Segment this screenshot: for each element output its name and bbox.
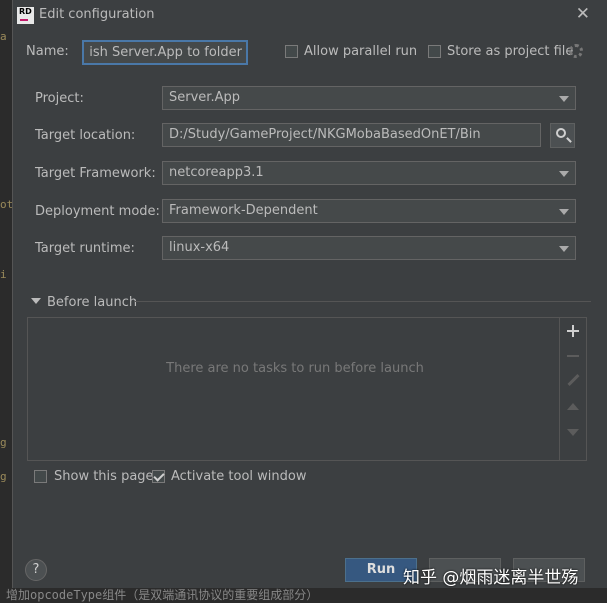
store-project-label: Store as project file (447, 44, 574, 59)
allow-parallel-label: Allow parallel run (304, 44, 418, 59)
divider (135, 301, 591, 302)
target-runtime-select[interactable]: linux-x64 (162, 236, 576, 260)
activate-tool-window-checkbox[interactable] (152, 470, 165, 483)
background-glyph: g (0, 470, 7, 483)
target-framework-value: netcoreapp3.1 (169, 165, 264, 180)
target-runtime-label: Target runtime: (35, 241, 135, 256)
target-location-value: D:/Study/GameProject/NKGMobaBasedOnET/Bi… (169, 127, 481, 142)
gear-icon[interactable] (569, 44, 583, 58)
watermark: 知乎 @烟雨迷离半世殇 (403, 568, 579, 588)
background-code-text: 增加opcodeType组件（是双端通讯协议的重要组成部分） (6, 588, 319, 602)
store-project-checkbox[interactable] (428, 45, 441, 58)
empty-tasks-text: There are no tasks to run before launch (166, 361, 424, 376)
close-icon[interactable]: ✕ (576, 4, 590, 24)
target-location-label: Target location: (35, 128, 136, 143)
background-glyph: i (0, 268, 7, 281)
name-input[interactable]: Publish Server.App to folder (82, 40, 248, 65)
help-button[interactable]: ? (25, 559, 47, 581)
background-editor: a ot i g g (0, 0, 13, 601)
name-label: Name: (26, 44, 69, 59)
project-label: Project: (35, 91, 84, 106)
before-launch-task-list[interactable]: There are no tasks to run before launch (27, 317, 587, 461)
rider-logo-icon: RD (17, 7, 34, 24)
activate-tool-window-label: Activate tool window (171, 469, 307, 484)
add-icon[interactable] (566, 324, 580, 338)
title-bar: RD Edit configuration ✕ (13, 0, 607, 31)
before-launch-title: Before launch (47, 295, 138, 310)
task-toolbar (559, 318, 586, 460)
show-page-checkbox[interactable] (34, 470, 47, 483)
browse-button[interactable] (550, 123, 575, 148)
move-down-icon[interactable] (566, 425, 580, 439)
edit-configuration-dialog: RD Edit configuration ✕ Name: Publish Se… (12, 0, 607, 601)
deployment-mode-select[interactable]: Framework-Dependent (162, 199, 576, 223)
background-glyph: a (0, 30, 7, 43)
allow-parallel-checkbox[interactable] (285, 45, 298, 58)
project-select[interactable]: Server.App (162, 86, 576, 110)
deployment-mode-label: Deployment mode: (35, 204, 160, 219)
background-glyph: g (0, 436, 7, 449)
move-up-icon[interactable] (566, 400, 580, 414)
remove-icon[interactable] (566, 349, 580, 363)
target-framework-label: Target Framework: (35, 166, 156, 181)
target-framework-select[interactable]: netcoreapp3.1 (162, 161, 576, 185)
project-select-value: Server.App (169, 90, 240, 105)
show-page-label: Show this page (54, 469, 154, 484)
target-runtime-value: linux-x64 (169, 240, 230, 255)
background-code-line: 增加opcodeType组件（是双端通讯协议的重要组成部分） (0, 588, 607, 602)
dialog-title: Edit configuration (39, 7, 155, 22)
deployment-mode-value: Framework-Dependent (169, 203, 318, 218)
collapse-icon[interactable] (31, 298, 41, 304)
edit-icon[interactable] (566, 374, 580, 388)
target-location-input[interactable]: D:/Study/GameProject/NKGMobaBasedOnET/Bi… (162, 123, 541, 147)
name-input-value: Publish Server.App to folder (88, 45, 242, 60)
search-icon (556, 128, 566, 138)
